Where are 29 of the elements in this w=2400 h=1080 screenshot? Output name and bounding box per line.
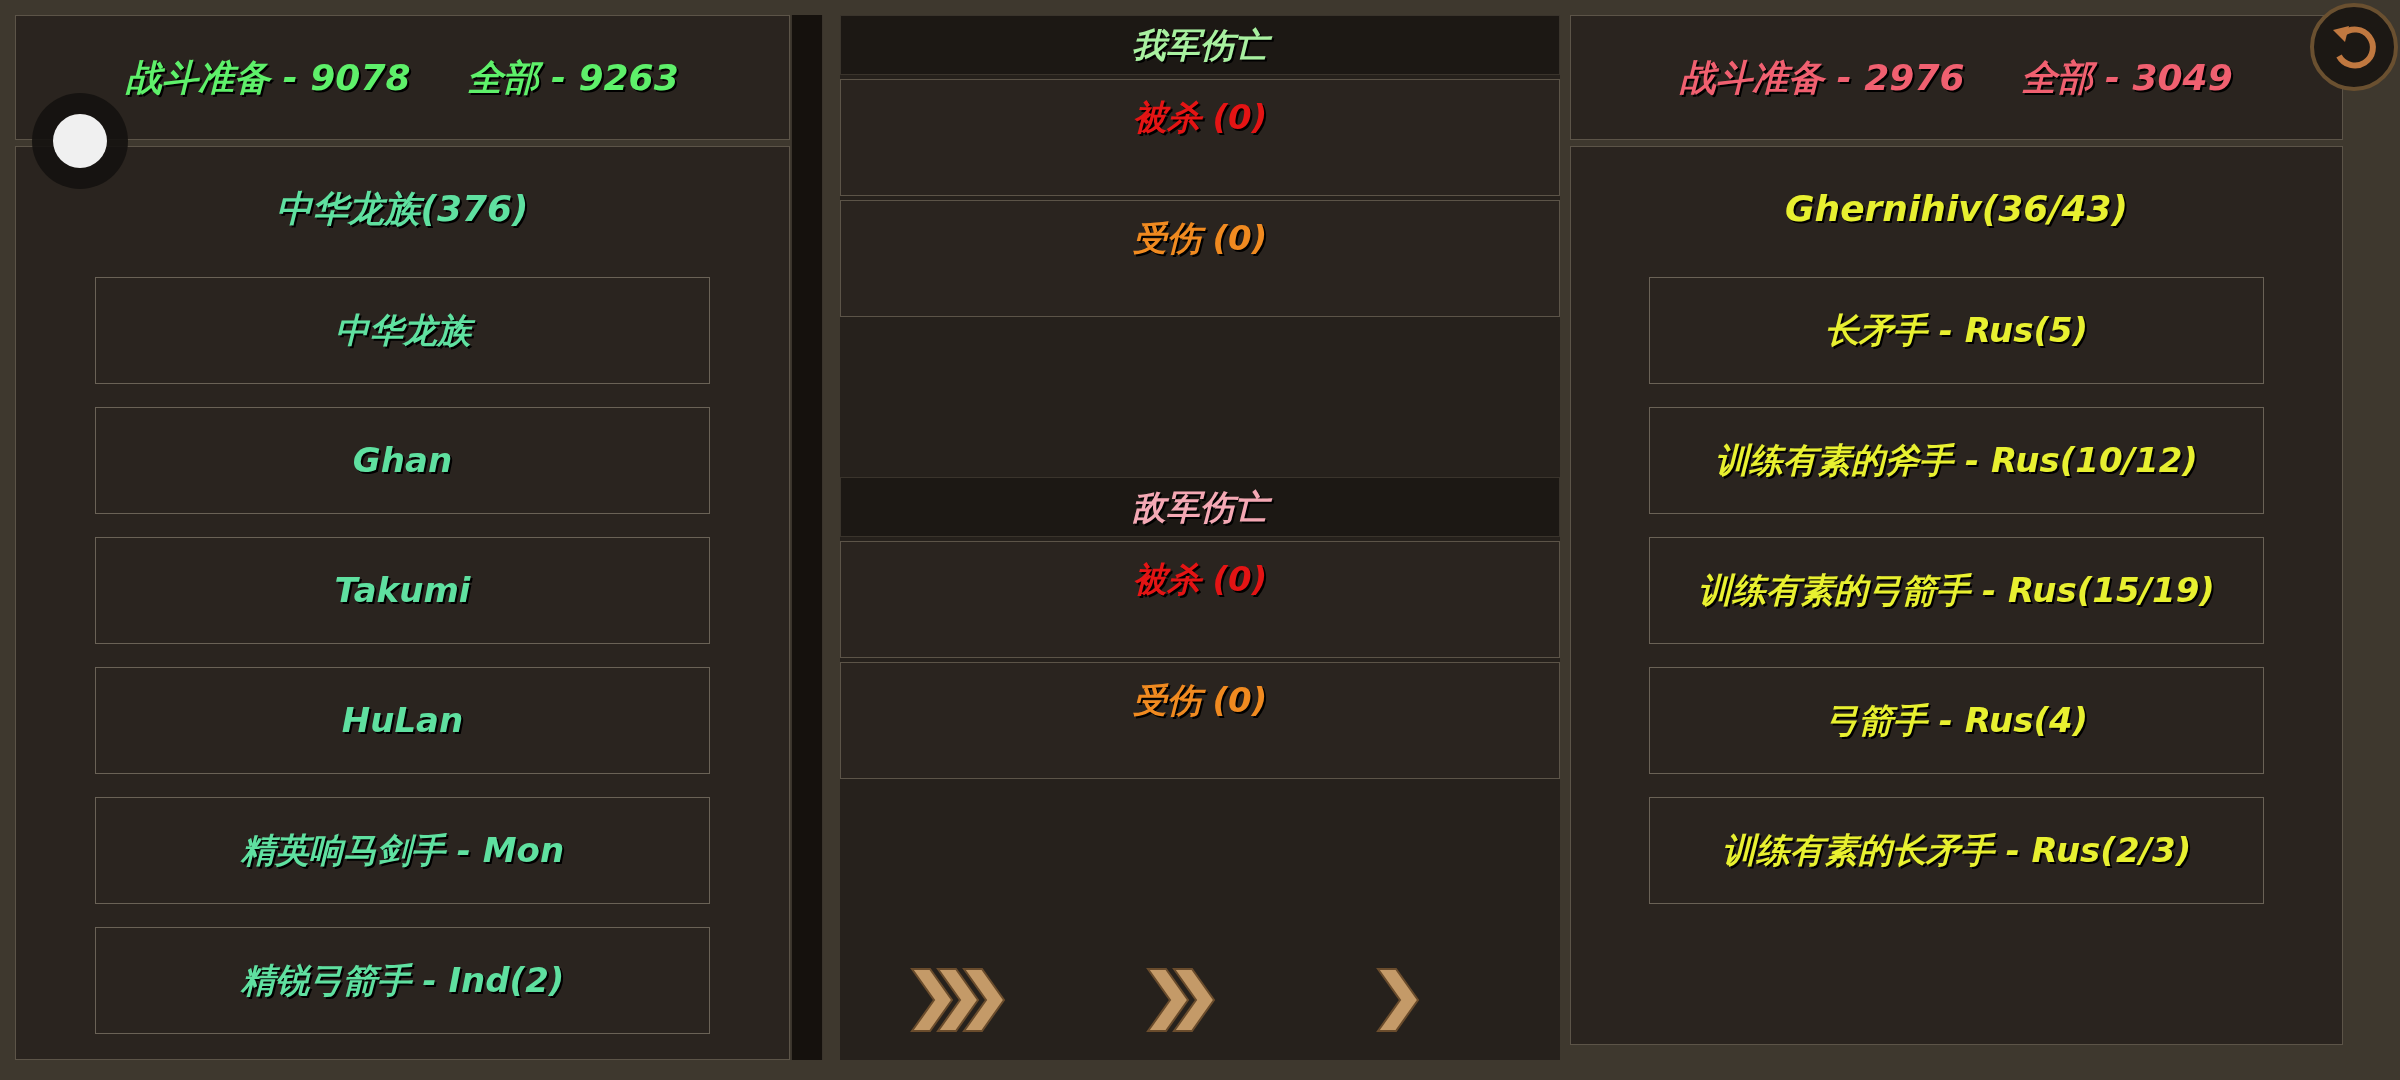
ready-count: 战斗准备 - 2976: [1680, 55, 1965, 100]
chevron-icon: [910, 965, 1006, 1035]
group-title: 中华龙族(376): [276, 187, 529, 231]
group-title: Ghernihiv(36/43): [1785, 187, 2128, 231]
unit-button[interactable]: 训练有素的弓箭手 - Rus(15/19): [1649, 537, 2264, 644]
casualty-row: 受伤 (0): [840, 662, 1560, 779]
ready-count: 战斗准备 - 9078: [126, 55, 411, 100]
casualty-row: 受伤 (0): [840, 200, 1560, 317]
chevron-icon: [1146, 965, 1216, 1035]
casualty-row: 被杀 (0): [840, 541, 1560, 658]
casualty-row: 被杀 (0): [840, 79, 1560, 196]
unit-button[interactable]: HuLan: [95, 667, 710, 774]
section-title: 我军伤亡: [840, 15, 1560, 75]
unit-button[interactable]: 训练有素的斧手 - Rus(10/12): [1649, 407, 2264, 514]
unit-button[interactable]: Takumi: [95, 537, 710, 644]
unit-button[interactable]: 长矛手 - Rus(5): [1649, 277, 2264, 384]
unit-button[interactable]: 弓箭手 - Rus(4): [1649, 667, 2264, 774]
total-count: 全部 - 9263: [466, 55, 679, 100]
unit-button[interactable]: 中华龙族: [95, 277, 710, 384]
unit-button[interactable]: Ghan: [95, 407, 710, 514]
speed-button[interactable]: [1376, 965, 1420, 1035]
chevron-icon: [1376, 965, 1420, 1035]
total-count: 全部 - 3049: [2020, 55, 2233, 100]
unit-button[interactable]: 精锐弓箭手 - Ind(2): [95, 927, 710, 1034]
speed-button[interactable]: [1146, 965, 1216, 1035]
section-title: 敌军伤亡: [840, 477, 1560, 537]
speed-button[interactable]: [910, 965, 1006, 1035]
unit-button[interactable]: 训练有素的长矛手 - Rus(2/3): [1649, 797, 2264, 904]
unit-button[interactable]: 精英响马剑手 - Mon: [95, 797, 710, 904]
